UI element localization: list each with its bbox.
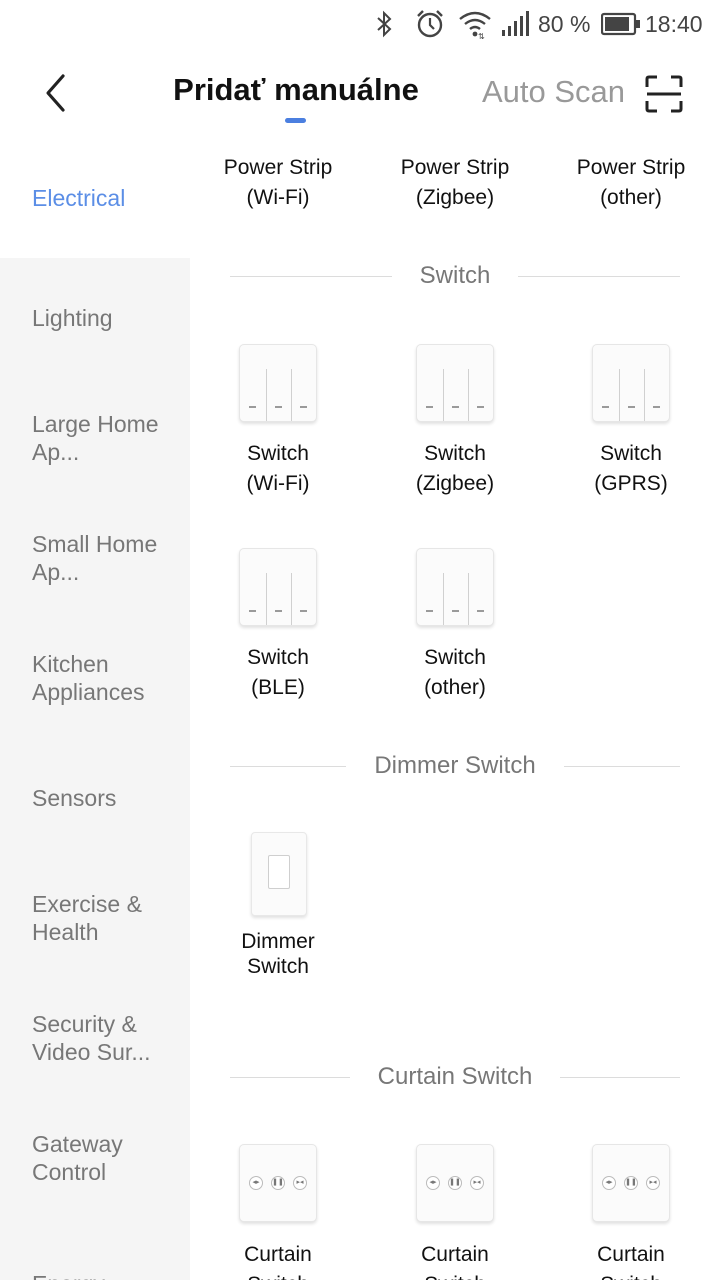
- sidebar-item-kitchen-appliances[interactable]: Kitchen Appliances: [0, 618, 190, 738]
- curtain-switch-icon[interactable]: ◂▸ ❚❚ ▸◂: [239, 1144, 317, 1222]
- chevron-left-icon: [46, 74, 65, 112]
- device-curtain-switch-3[interactable]: Curtain Switch: [546, 1240, 716, 1280]
- active-tab-indicator: [285, 118, 306, 123]
- battery-icon: [601, 6, 641, 42]
- device-power-strip-zigbee[interactable]: Power Strip (Zigbee): [370, 153, 540, 213]
- section-header-switch: Switch: [230, 256, 680, 296]
- scan-icon: [645, 75, 683, 113]
- section-header-dimmer-switch: Dimmer Switch: [230, 746, 680, 786]
- device-switch-other[interactable]: Switch (other): [370, 643, 540, 703]
- sidebar-item-energy[interactable]: Energy: [0, 1218, 190, 1280]
- device-switch-gprs[interactable]: Switch (GPRS): [546, 439, 716, 499]
- device-switch-wifi[interactable]: Switch (Wi-Fi): [193, 439, 363, 499]
- sidebar-item-lighting[interactable]: Lighting: [0, 258, 190, 378]
- curtain-switch-icon[interactable]: ◂▸ ❚❚ ▸◂: [592, 1144, 670, 1222]
- clock-time: 18:40: [645, 10, 703, 37]
- alarm-icon: [414, 6, 446, 42]
- dimmer-switch-icon[interactable]: [251, 832, 307, 916]
- device-switch-ble[interactable]: Switch (BLE): [193, 643, 363, 703]
- sidebar-item-exercise-health[interactable]: Exercise & Health: [0, 858, 190, 978]
- switch-icon[interactable]: [239, 344, 317, 422]
- tab-add-manually[interactable]: Pridať manuálne: [170, 72, 422, 108]
- curtain-switch-icon[interactable]: ◂▸ ❚❚ ▸◂: [416, 1144, 494, 1222]
- sidebar-item-small-home-appliances[interactable]: Small Home Ap...: [0, 498, 190, 618]
- battery-percent: 80 %: [538, 10, 591, 37]
- switch-icon[interactable]: [239, 548, 317, 626]
- sidebar-item-security-video[interactable]: Security & Video Sur...: [0, 978, 190, 1098]
- section-header-curtain-switch: Curtain Switch: [230, 1057, 681, 1097]
- status-bar: ⇅ 80 % 18:40: [0, 0, 720, 50]
- header: Pridať manuálne Auto Scan: [0, 58, 720, 138]
- device-switch-zigbee[interactable]: Switch (Zigbee): [370, 439, 540, 499]
- sidebar-item-sensors[interactable]: Sensors: [0, 738, 190, 858]
- signal-icon: [500, 6, 532, 42]
- sidebar-item-gateway-control[interactable]: Gateway Control: [0, 1098, 190, 1218]
- category-sidebar: Electrical Lighting Large Home Ap... Sma…: [0, 138, 190, 1280]
- switch-icon[interactable]: [592, 344, 670, 422]
- device-power-strip-other[interactable]: Power Strip (other): [546, 153, 716, 213]
- switch-icon[interactable]: [416, 548, 494, 626]
- wifi-icon: ⇅: [458, 6, 492, 42]
- device-curtain-switch-1[interactable]: Curtain Switch: [193, 1240, 363, 1280]
- device-list: Power Strip (Wi-Fi) Power Strip (Zigbee)…: [190, 138, 720, 1280]
- device-power-strip-wifi[interactable]: Power Strip (Wi-Fi): [193, 153, 363, 213]
- switch-icon[interactable]: [416, 344, 494, 422]
- scan-button[interactable]: [638, 68, 690, 120]
- device-dimmer-switch[interactable]: Dimmer Switch: [193, 929, 363, 979]
- device-curtain-switch-2[interactable]: Curtain Switch: [370, 1240, 540, 1280]
- tab-auto-scan[interactable]: Auto Scan: [482, 74, 632, 110]
- sidebar-item-electrical[interactable]: Electrical: [0, 138, 190, 258]
- sidebar-item-large-home-appliances[interactable]: Large Home Ap...: [0, 378, 190, 498]
- back-button[interactable]: [28, 70, 84, 116]
- bluetooth-icon: [372, 6, 396, 42]
- svg-text:⇅: ⇅: [478, 32, 485, 39]
